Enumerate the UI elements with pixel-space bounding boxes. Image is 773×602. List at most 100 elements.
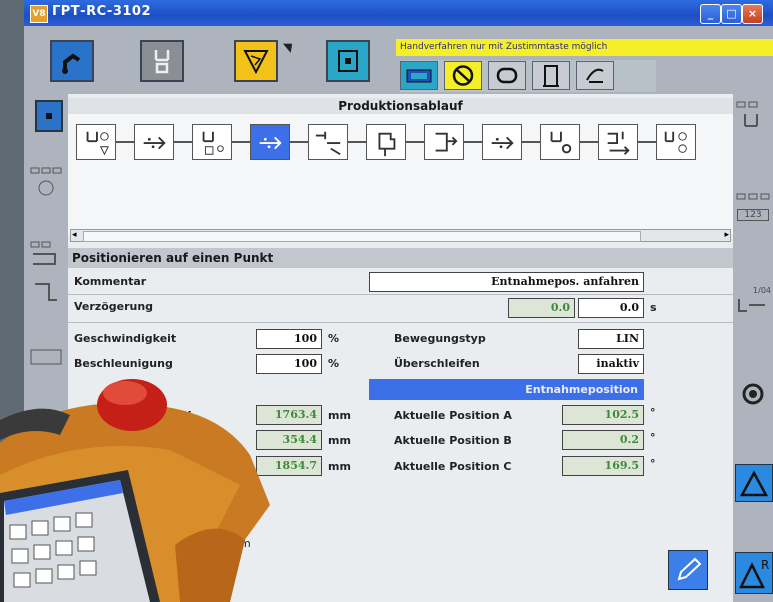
close-button[interactable]: × — [742, 4, 763, 24]
right-gripper-icon[interactable] — [735, 100, 771, 134]
axis-delta-icon — [739, 470, 769, 497]
production-flow-title: Produktionsablauf — [68, 98, 733, 114]
flow-connector — [290, 141, 308, 143]
right-axis-button[interactable] — [735, 464, 773, 502]
sidebar-step-icon[interactable] — [28, 280, 64, 310]
kommentar-label: Kommentar — [74, 275, 147, 288]
disable-mode-button[interactable] — [444, 61, 482, 90]
flow-step-4[interactable] — [250, 124, 290, 160]
move-active-icon — [259, 136, 282, 150]
relative-delta-icon: R — [738, 558, 769, 589]
position-y-unit: mm — [328, 434, 351, 447]
position-c-value: 169.5 — [562, 456, 644, 476]
maximize-button[interactable]: □ — [721, 4, 742, 24]
flow-step-2[interactable] — [134, 124, 174, 160]
flow-step-1[interactable] — [76, 124, 116, 160]
gripper-button[interactable] — [140, 40, 184, 82]
right-relative-button[interactable]: R — [735, 552, 773, 594]
move-icon — [143, 136, 166, 150]
position-b-value: 0.2 — [562, 430, 644, 450]
flow-horizontal-scrollbar[interactable]: ◂ ▸ — [70, 229, 731, 242]
position-c-unit: ° — [650, 457, 656, 470]
verzoegerung-unit: s — [650, 301, 657, 314]
flow-connector — [580, 141, 598, 143]
position-b-label: Aktuelle Position B — [394, 434, 512, 447]
bewegungstyp-field[interactable]: LIN — [578, 329, 644, 349]
kommentar-field[interactable]: Entnahmepos. anfahren — [369, 272, 644, 292]
machine-mode-button[interactable] — [400, 61, 438, 90]
prohibit-icon — [452, 65, 474, 86]
right-counter-icon[interactable]: 123 — [735, 192, 771, 228]
teach-pendant-device — [0, 379, 270, 602]
hand-mode-warning: Handverfahren nur mit Zustimmtaste mögli… — [396, 39, 773, 56]
position-a-label: Aktuelle Position A — [394, 409, 512, 422]
flow-connector — [116, 141, 134, 143]
flow-connector — [522, 141, 540, 143]
door-icon — [543, 65, 559, 87]
teach-button[interactable] — [234, 40, 278, 82]
position-name-bar[interactable]: Entnahmeposition — [369, 379, 644, 400]
robot-arm-icon — [62, 53, 81, 74]
main-toolbar: Handverfahren nur mit Zustimmtaste mögli… — [24, 26, 773, 94]
mouse-cursor-icon — [282, 39, 297, 53]
sidebar-mode-button[interactable] — [35, 100, 63, 132]
tool-change-icon — [315, 131, 341, 156]
gripper-close-icon — [202, 131, 224, 155]
flow-step-5[interactable] — [308, 124, 348, 160]
robot-mode-button[interactable] — [50, 40, 94, 82]
door-mode-button[interactable] — [532, 61, 570, 90]
svg-text:R: R — [761, 558, 769, 572]
verzoegerung-label: Verzögerung — [74, 300, 154, 313]
flow-step-9[interactable] — [540, 124, 580, 160]
scroll-thumb[interactable] — [83, 231, 641, 242]
flow-connector — [464, 141, 482, 143]
verzoegerung-actual-value: 0.0 — [508, 298, 575, 318]
transfer-icon — [435, 132, 458, 152]
verzoegerung-field[interactable]: 0.0 — [578, 298, 644, 318]
sidebar-sequence-icon[interactable] — [28, 166, 64, 202]
flow-connector — [638, 141, 656, 143]
position-c-label: Aktuelle Position C — [394, 460, 512, 473]
window-title: ГРТ-RC-3102 — [52, 4, 152, 19]
geschwindigkeit-label: Geschwindigkeit — [74, 332, 177, 345]
geschwindigkeit-unit: % — [328, 332, 340, 345]
flow-step-8[interactable] — [482, 124, 522, 160]
row-divider — [68, 294, 733, 295]
flow-step-7[interactable] — [424, 124, 464, 160]
flow-step-10[interactable] — [598, 124, 638, 160]
minimize-button[interactable]: _ — [700, 4, 721, 24]
flow-connector — [406, 141, 424, 143]
pendant-grip — [175, 528, 245, 602]
position-a-unit: ° — [650, 406, 656, 419]
bewegungstyp-label: Bewegungstyp — [394, 332, 486, 345]
title-bar: V8 ГРТ-RC-3102 _ □ × — [24, 0, 773, 26]
ueberschleifen-label: Überschleifen — [394, 357, 480, 370]
edit-button[interactable] — [668, 550, 708, 590]
flow-connector — [348, 141, 366, 143]
flow-step-6[interactable] — [366, 124, 406, 160]
move-icon — [491, 136, 514, 150]
position-b-unit: ° — [650, 431, 656, 444]
scroll-left-icon[interactable]: ◂ — [72, 230, 77, 240]
step-detail-title: Positionieren auf einen Punkt — [68, 248, 733, 268]
scroll-right-icon[interactable]: ▸ — [724, 230, 729, 240]
hand-mode-button[interactable] — [576, 61, 614, 90]
ueberschleifen-field[interactable]: inaktiv — [578, 354, 644, 374]
flow-step-3[interactable] — [192, 124, 232, 160]
position-x-unit: mm — [328, 409, 351, 422]
geschwindigkeit-field[interactable]: 100 — [256, 329, 322, 349]
machine-icon — [406, 69, 432, 83]
mode-button-group — [400, 60, 656, 92]
flow-connector — [232, 141, 250, 143]
stop-program-button[interactable] — [326, 40, 370, 82]
right-positions-icon[interactable]: 1/04 — [735, 286, 771, 322]
program-frame-icon — [338, 50, 358, 72]
camera-mode-button[interactable] — [488, 61, 526, 90]
cylinder-icon — [496, 67, 518, 84]
dot-icon — [46, 113, 52, 119]
flow-step-11[interactable] — [656, 124, 696, 160]
sidebar-flow-icon[interactable] — [28, 240, 64, 276]
right-settings-icon[interactable] — [739, 380, 767, 408]
production-flow-strip — [68, 114, 733, 234]
place-icon — [378, 132, 396, 157]
